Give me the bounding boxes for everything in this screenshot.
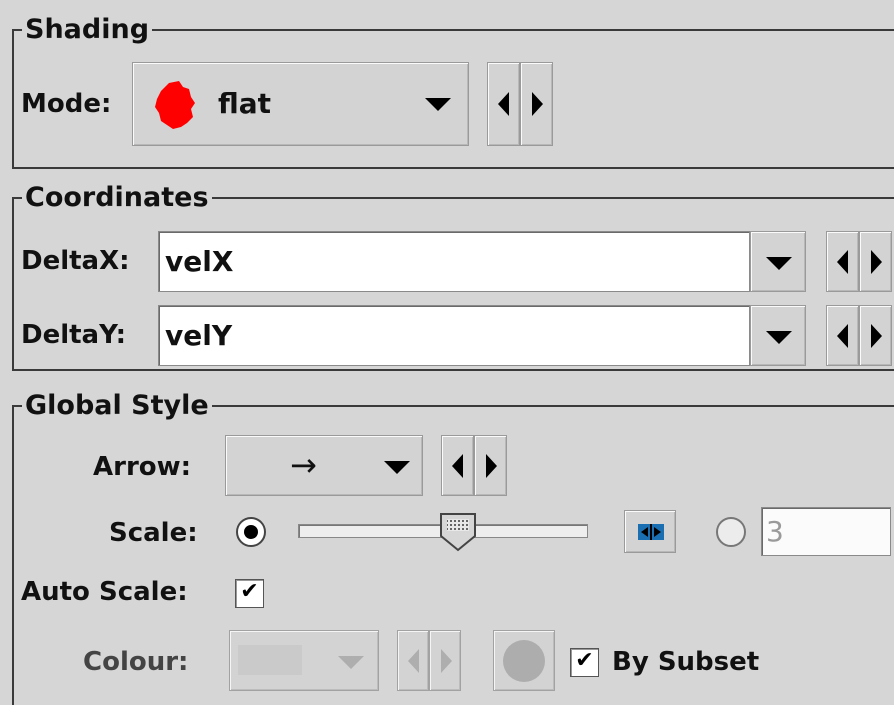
scale-fixed-radio[interactable]: [714, 515, 748, 549]
chevron-down-icon: [766, 331, 792, 344]
slider-thumb[interactable]: [438, 512, 478, 552]
autoscale-label: Auto Scale:: [21, 577, 188, 607]
scale-label: Scale:: [109, 518, 198, 548]
arrow-right-icon: [486, 454, 497, 478]
arrow-prev-button[interactable]: [441, 435, 474, 496]
deltay-prev-button[interactable]: [826, 305, 859, 366]
arrow-right-icon: [871, 250, 882, 274]
deltax-next-button[interactable]: [859, 231, 892, 292]
colour-label: Colour:: [83, 647, 189, 677]
global-style-title: Global Style: [22, 390, 212, 422]
by-subset-checkbox[interactable]: ✔: [570, 648, 599, 677]
colour-next-button[interactable]: [429, 630, 461, 691]
deltay-label: DeltaY:: [21, 320, 127, 350]
arrow-right-icon: [871, 324, 882, 348]
resize-icon: [638, 524, 664, 540]
deltay-dropdown-button[interactable]: [750, 305, 806, 366]
deltax-value: velX: [165, 245, 234, 278]
scale-fixed-value: 3: [766, 515, 784, 548]
scale-slider-radio[interactable]: [234, 515, 268, 549]
coordinates-title: Coordinates: [22, 182, 212, 214]
arrow-left-icon: [498, 92, 509, 116]
check-icon: ✔: [240, 579, 259, 604]
mode-prev-button[interactable]: [487, 62, 520, 146]
scale-value-input[interactable]: 3: [761, 507, 891, 556]
check-icon: ✔: [575, 648, 594, 673]
chevron-down-icon: [338, 656, 364, 669]
deltax-prev-button[interactable]: [826, 231, 859, 292]
chevron-down-icon: [384, 461, 410, 474]
deltax-input[interactable]: velX: [158, 231, 750, 292]
arrow-value: →: [290, 446, 317, 484]
deltax-dropdown-button[interactable]: [750, 231, 806, 292]
colour-swatch: [238, 645, 302, 675]
colour-dropdown[interactable]: [229, 630, 379, 691]
deltay-input[interactable]: velY: [158, 305, 750, 366]
shading-title: Shading: [22, 14, 153, 46]
deltay-value: velY: [165, 319, 233, 352]
arrow-left-icon: [452, 454, 463, 478]
chevron-down-icon: [766, 257, 792, 270]
arrow-right-icon: [441, 649, 452, 673]
by-subset-label: By Subset: [612, 647, 760, 677]
arrow-left-icon: [837, 324, 848, 348]
deltay-next-button[interactable]: [859, 305, 892, 366]
arrow-left-icon: [837, 250, 848, 274]
deltax-label: DeltaX:: [21, 246, 130, 276]
red-blob-icon: [155, 81, 195, 129]
mode-dropdown[interactable]: flat: [132, 62, 469, 146]
scale-slider[interactable]: [298, 513, 588, 552]
chevron-down-icon: [425, 98, 451, 111]
auto-scale-button[interactable]: [624, 510, 676, 553]
mode-next-button[interactable]: [520, 62, 553, 146]
arrow-right-icon: [532, 92, 543, 116]
colour-prev-button[interactable]: [397, 630, 429, 691]
arrow-label: Arrow:: [93, 452, 192, 482]
colour-circle-icon: [503, 640, 545, 682]
arrow-left-icon: [408, 649, 419, 673]
mode-label: Mode:: [21, 89, 112, 119]
arrow-style-dropdown[interactable]: →: [225, 435, 423, 496]
autoscale-checkbox[interactable]: ✔: [235, 579, 264, 608]
colour-chooser-button[interactable]: [493, 630, 555, 691]
arrow-next-button[interactable]: [474, 435, 507, 496]
mode-value: flat: [218, 87, 272, 120]
